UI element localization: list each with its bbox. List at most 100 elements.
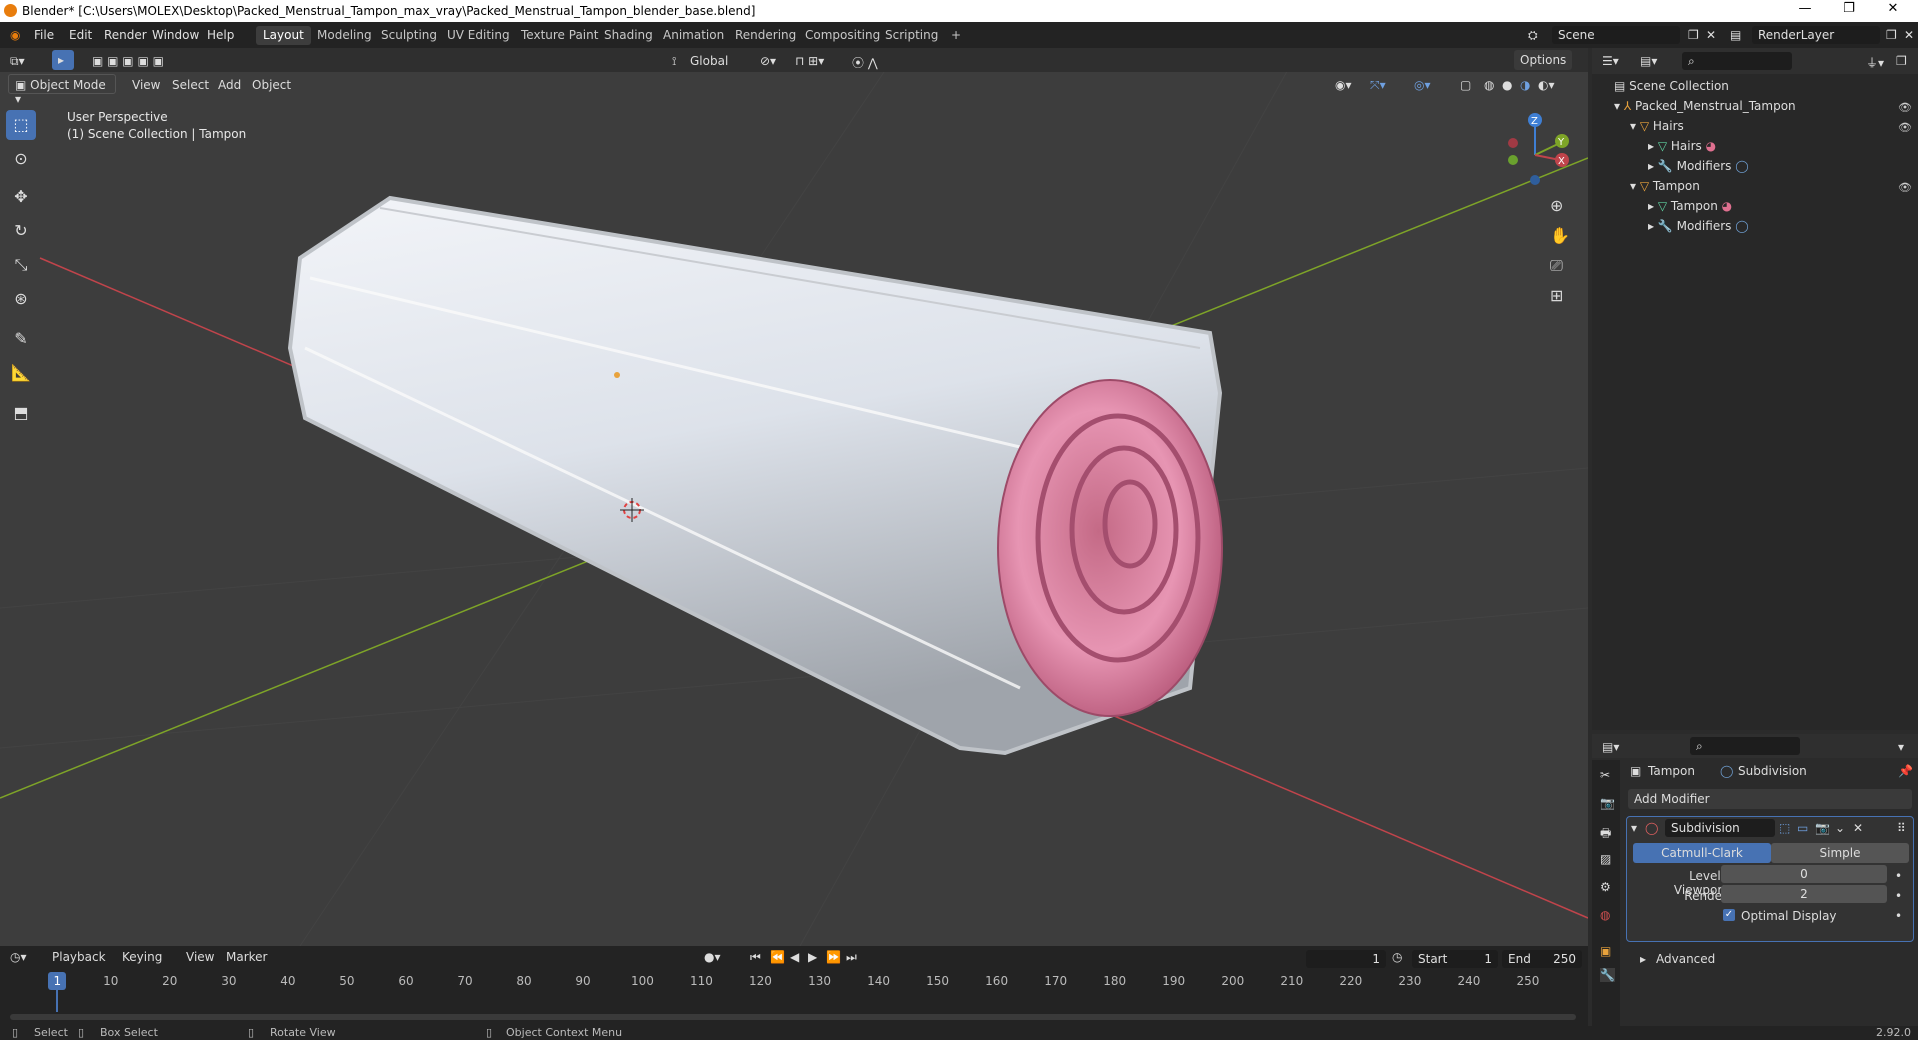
pan-hand-icon[interactable]: ✋ (1550, 226, 1570, 245)
proportional-edit-icon[interactable]: ⦿ ⋀ (852, 54, 878, 71)
rotate-tool-icon[interactable]: ↻ (6, 216, 36, 246)
add-modifier-button[interactable]: Add Modifier (1628, 789, 1912, 809)
tool-tab-icon[interactable]: ✂ (1600, 768, 1610, 782)
properties-search-input[interactable]: ⌕ (1690, 737, 1800, 755)
filter-icon[interactable]: ⏚▾ (1866, 54, 1884, 71)
render-tab-icon[interactable]: 📷 (1600, 796, 1615, 810)
select-box-icon[interactable]: ⬚ (6, 110, 36, 140)
properties-editor-icon[interactable]: ▤▾ (1602, 740, 1619, 754)
outliner-item[interactable]: ▾ ▽ Tampon (1630, 176, 1700, 196)
advanced-section[interactable]: Advanced (1656, 952, 1715, 966)
outliner-item[interactable]: ▸ ▽ Tampon ◕ (1648, 196, 1732, 216)
add-cube-tool-icon[interactable]: ⬒ (6, 398, 36, 428)
scale-tool-icon[interactable]: ⤡ (6, 250, 36, 280)
eye-icon[interactable]: 👁 (1898, 181, 1912, 194)
render-toggle-icon[interactable]: 📷 (1815, 821, 1830, 835)
expand-arrow-icon[interactable]: ▸ (1648, 139, 1658, 153)
shading-wireframe-icon[interactable]: ◍ (1484, 78, 1494, 92)
properties-menu-icon[interactable]: ▾ (1898, 740, 1904, 754)
orientation-selector[interactable]: Global (690, 54, 728, 68)
add-workspace-button[interactable]: + (944, 26, 968, 45)
outliner-search-input[interactable]: ⌕ (1682, 52, 1792, 70)
outliner-editor-icon[interactable]: ☰▾ (1602, 54, 1619, 68)
shading-rendered-icon[interactable]: ◐▾ (1538, 78, 1555, 92)
levels-viewport-field[interactable]: 0 (1721, 865, 1887, 883)
collapse-arrow-icon[interactable]: ▾ (1631, 821, 1637, 835)
menu-render[interactable]: Render (104, 28, 147, 42)
menu-help[interactable]: Help (207, 28, 234, 42)
menu-add[interactable]: Add (218, 78, 241, 92)
options-button[interactable]: Options (1514, 50, 1573, 70)
menu-select[interactable]: Select (172, 78, 209, 92)
scene-remove-icon[interactable]: ✕ (1706, 28, 1716, 42)
annotate-tool-icon[interactable]: ✎ (6, 324, 36, 354)
keyframe-dot-icon[interactable]: • (1895, 909, 1902, 923)
outliner-item[interactable]: ▾ ▽ Hairs (1630, 116, 1684, 136)
pin-icon[interactable]: 📌 (1898, 764, 1913, 778)
mode-selector[interactable]: ▣ Object Mode ▾ (8, 74, 116, 106)
overlay-toggle-icon[interactable]: ◎▾ (1414, 78, 1431, 92)
select-tool-icon[interactable]: ▸ (52, 50, 74, 70)
shading-solid-icon[interactable]: ● (1502, 78, 1512, 92)
maximize-button[interactable]: ❐ (1827, 1, 1871, 21)
shading-material-icon[interactable]: ◑ (1520, 78, 1530, 92)
world-tab-icon[interactable]: ◍ (1600, 908, 1610, 922)
eye-icon[interactable]: 👁 (1898, 121, 1912, 134)
tab-rendering[interactable]: Rendering (728, 26, 803, 45)
render-levels-field[interactable]: 2 (1721, 885, 1887, 903)
zoom-icon[interactable]: ⊕ (1550, 196, 1563, 215)
layer-remove-icon[interactable]: ✕ (1904, 28, 1914, 42)
modifier-tab-icon[interactable]: 🔧 (1600, 968, 1615, 982)
tab-layout[interactable]: Layout (256, 26, 311, 45)
tab-sculpting[interactable]: Sculpting (374, 26, 444, 45)
editor-type-icon[interactable]: ⧉▾ (10, 54, 25, 69)
drag-handle-icon[interactable]: ⠿ (1897, 821, 1906, 835)
outliner-item[interactable]: ▸ 🔧 Modifiers ◯ (1648, 216, 1749, 236)
timeline-scrollbar[interactable] (10, 1014, 1576, 1020)
outliner-item[interactable]: ▾ ⅄ Packed_Menstrual_Tampon (1614, 96, 1796, 116)
outliner-item[interactable]: ▸ ▽ Hairs ◕ (1648, 136, 1716, 156)
transform-tool-icon[interactable]: ⊛ (6, 284, 36, 314)
remove-modifier-icon[interactable]: ✕ (1853, 821, 1863, 835)
layer-new-icon[interactable]: ❐ (1886, 28, 1897, 42)
menu-file[interactable]: File (34, 28, 54, 42)
cursor-tool-icon[interactable]: ⊙ (6, 144, 36, 174)
minimize-button[interactable]: — (1783, 1, 1827, 21)
selection-mode-icons[interactable]: ▣ ▣ ▣ ▣ ▣ (92, 54, 164, 68)
expand-arrow-icon[interactable]: ▾ (1630, 119, 1640, 133)
pivot-icon[interactable]: ⊘▾ (760, 54, 776, 68)
output-tab-icon[interactable]: 🖶 (1600, 824, 1611, 845)
simple-button[interactable]: Simple (1771, 843, 1909, 863)
edit-mode-toggle-icon[interactable]: ⬚ (1779, 821, 1790, 835)
grid-view-icon[interactable]: ⊞ (1550, 286, 1563, 305)
camera-icon[interactable]: ⎚ (1550, 256, 1563, 276)
3d-viewport[interactable]: Z Y X ⧉▾ ▸ ▣ ▣ ▣ ▣ ▣ ⟟ Global ⊘▾ ⊓ ⊞▾ ⦿ … (0, 48, 1588, 946)
expand-arrow-icon[interactable]: ▾ (1614, 99, 1624, 113)
xray-icon[interactable]: ▢ (1460, 78, 1471, 92)
modifier-dropdown-icon[interactable]: ⌄ (1835, 821, 1845, 835)
menu-object[interactable]: Object (252, 78, 291, 92)
expand-arrow-icon[interactable]: ▾ (1630, 179, 1640, 193)
outliner-root[interactable]: ▤ Scene Collection (1614, 76, 1729, 96)
render-layer-selector[interactable]: RenderLayer (1752, 26, 1880, 44)
menu-window[interactable]: Window (152, 28, 199, 42)
tab-texture-paint[interactable]: Texture Paint (514, 26, 605, 45)
scene-tab-icon[interactable]: ⚙ (1600, 880, 1611, 894)
catmull-clark-button[interactable]: Catmull-Clark (1633, 843, 1771, 863)
keyframe-dot-icon[interactable]: • (1895, 869, 1902, 883)
navigation-gizmo[interactable] (1508, 113, 1569, 185)
close-button[interactable]: ✕ (1871, 1, 1915, 21)
viewport-toggle-icon[interactable]: ▭ (1797, 821, 1808, 835)
tab-shading[interactable]: Shading (597, 26, 660, 45)
tab-animation[interactable]: Animation (656, 26, 731, 45)
view-layer-tab-icon[interactable]: ▨ (1600, 852, 1611, 866)
move-tool-icon[interactable]: ✥ (6, 182, 36, 212)
snap-icon[interactable]: ⊓ ⊞▾ (795, 54, 824, 68)
object-tab-icon[interactable]: ▣ (1600, 944, 1611, 958)
measure-tool-icon[interactable]: 📐 (6, 358, 36, 388)
tab-scripting[interactable]: Scripting (878, 26, 945, 45)
advanced-expand-icon[interactable]: ▸ (1640, 952, 1646, 966)
tab-compositing[interactable]: Compositing (798, 26, 887, 45)
modifier-name-input[interactable]: Subdivision (1665, 819, 1775, 837)
optimal-display-checkbox[interactable]: ✓ (1723, 909, 1735, 921)
